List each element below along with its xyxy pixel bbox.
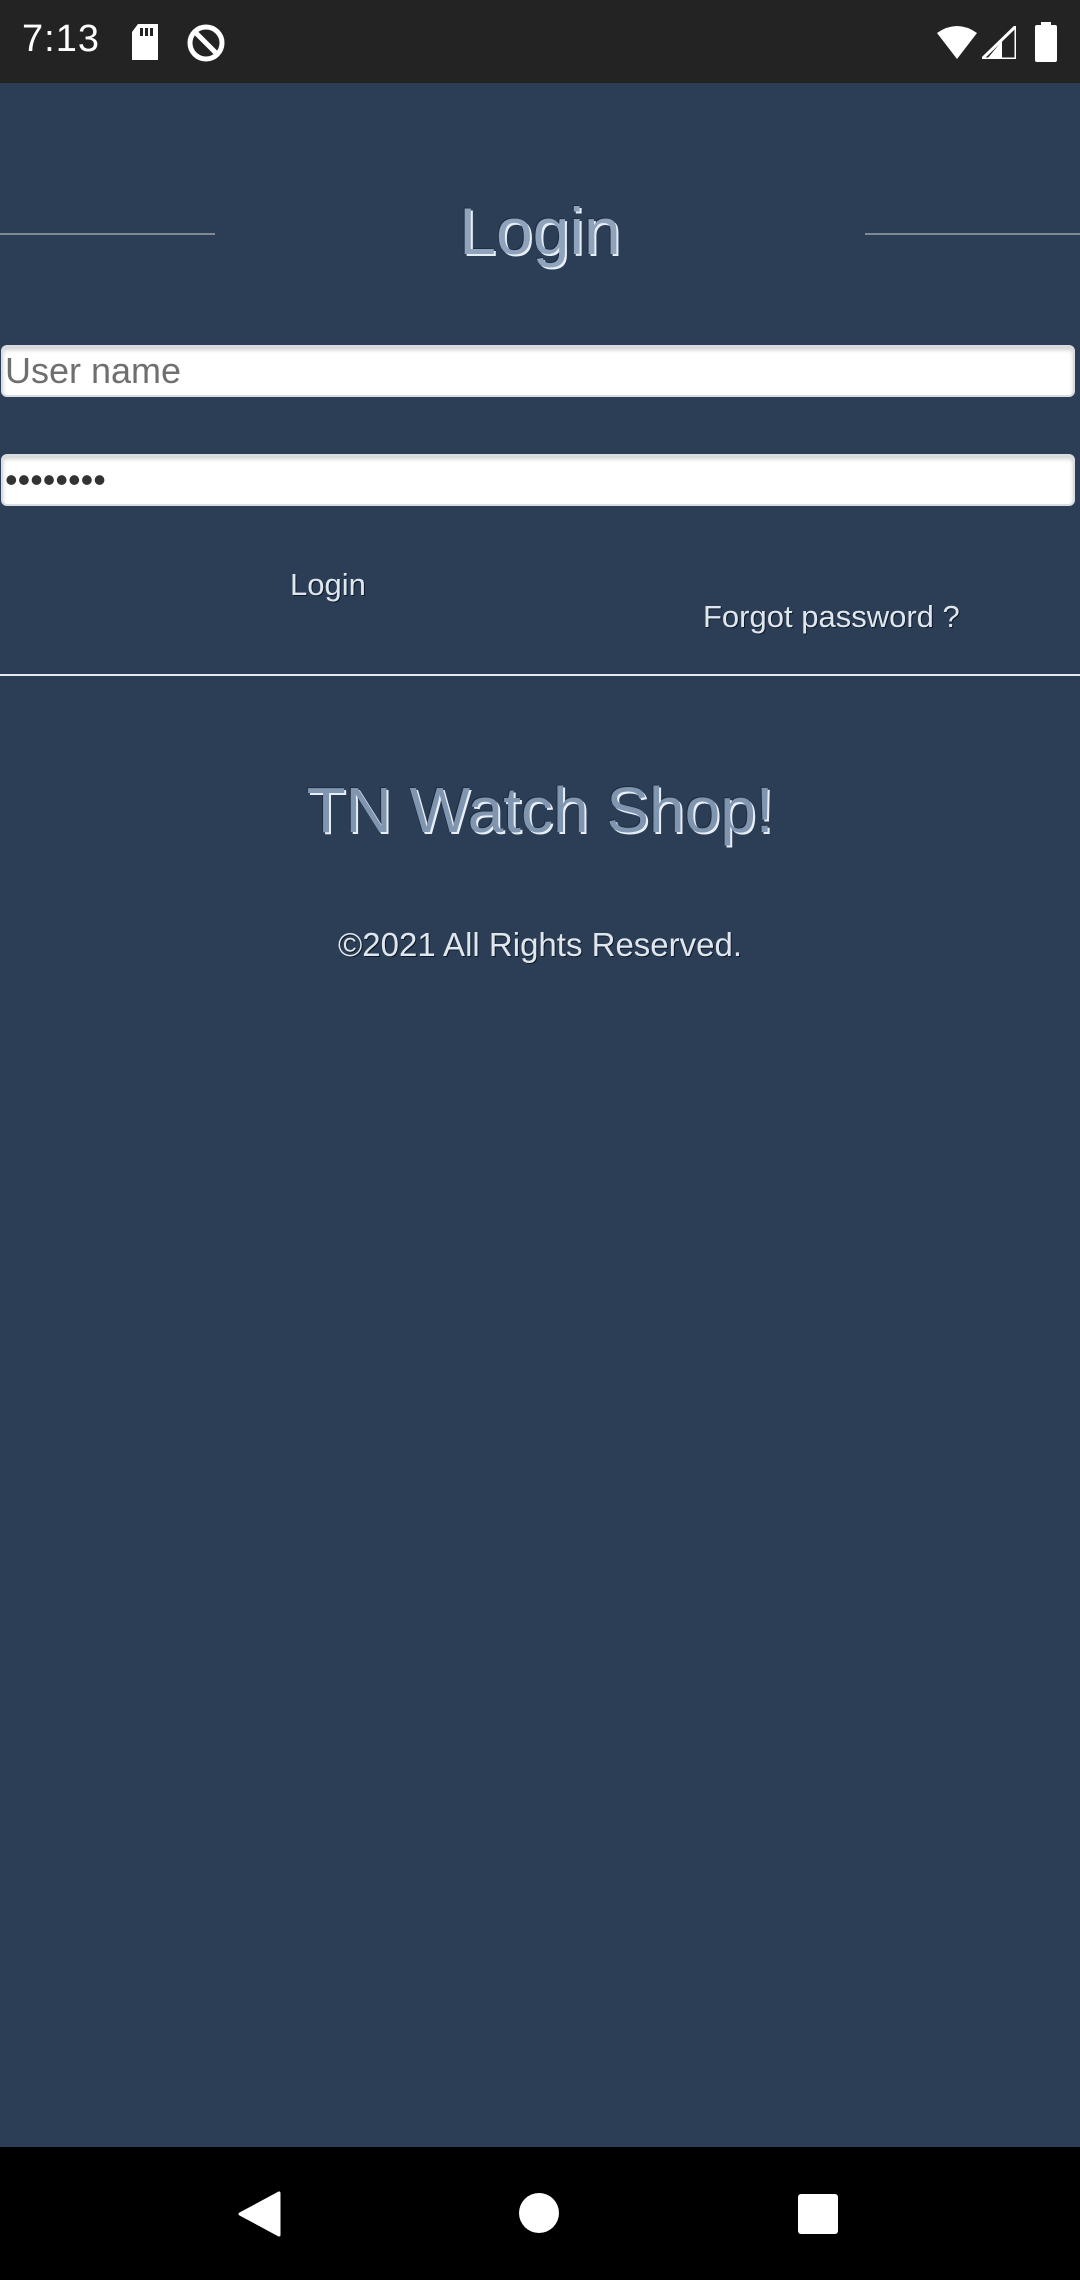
back-icon[interactable] — [237, 2191, 281, 2242]
home-icon[interactable] — [518, 2192, 560, 2239]
wifi-icon — [937, 25, 977, 64]
password-input[interactable] — [1, 454, 1075, 506]
status-time: 7:13 — [22, 18, 100, 60]
username-input[interactable] — [1, 345, 1075, 397]
page-title: Login — [459, 194, 621, 268]
navigation-bar — [0, 2147, 1080, 2280]
recents-icon[interactable] — [797, 2193, 839, 2240]
cellular-signal-icon — [978, 22, 1018, 64]
shop-name: TN Watch Shop! — [306, 774, 774, 846]
login-screen: Login Login Forgot password ? TN Watch S… — [0, 83, 1080, 2147]
data-saver-icon — [186, 23, 226, 68]
divider — [0, 674, 1080, 676]
status-bar: 7:13 — [0, 0, 1080, 83]
title-right-rule — [865, 233, 1080, 235]
login-button[interactable]: Login — [290, 567, 366, 603]
copyright-text: ©2021 All Rights Reserved. — [337, 926, 743, 963]
forgot-password-link[interactable]: Forgot password ? — [703, 599, 960, 635]
sd-card-icon — [130, 24, 160, 65]
battery-icon — [1035, 22, 1057, 67]
